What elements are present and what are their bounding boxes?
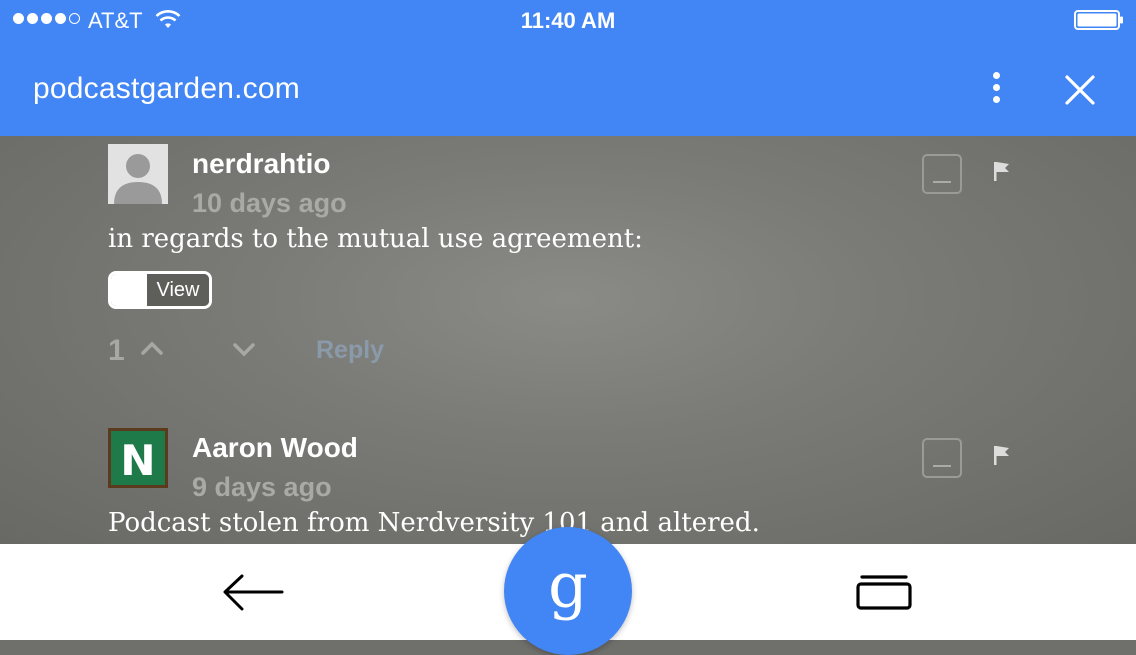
reply-link[interactable]: Reply [316, 336, 384, 365]
status-time: 11:40 AM [520, 8, 616, 33]
close-icon[interactable] [1058, 68, 1102, 112]
collapse-comment-button[interactable] [922, 438, 962, 478]
battery-icon [1074, 10, 1123, 30]
view-toggle[interactable]: View [108, 271, 212, 309]
comment-text: in regards to the mutual use agreement: [108, 224, 643, 254]
tabs-icon[interactable] [854, 572, 914, 612]
vote-count: 1 [108, 334, 125, 367]
upvote-icon[interactable] [140, 340, 164, 356]
comments-section: nerdrahtio 10 days ago in regards to the… [0, 136, 1136, 544]
top-bar: AT&T 11:40 AM podcastgarden.com [0, 0, 1136, 136]
google-g-icon: g [548, 549, 588, 622]
comment-text: Podcast stolen from Nerdversity 101 and … [108, 508, 760, 538]
flag-icon[interactable] [992, 444, 1012, 466]
vote-bar: 1 Reply [108, 332, 508, 372]
comment-timestamp[interactable]: 9 days ago [192, 472, 332, 503]
more-vert-icon[interactable] [978, 68, 1014, 108]
google-search-button[interactable]: g [504, 527, 632, 655]
downvote-icon[interactable] [232, 342, 256, 358]
comment-author[interactable]: nerdrahtio [192, 148, 330, 180]
comment-author[interactable]: Aaron Wood [192, 432, 358, 464]
status-bar: AT&T 11:40 AM [0, 0, 1136, 40]
avatar-letter: N [120, 436, 155, 485]
toggle-knob [111, 274, 147, 306]
back-arrow-icon[interactable] [222, 572, 284, 614]
default-avatar[interactable] [108, 144, 168, 204]
page-url[interactable]: podcastgarden.com [33, 72, 300, 106]
flag-icon[interactable] [992, 160, 1012, 182]
collapse-comment-button[interactable] [922, 154, 962, 194]
comment-timestamp[interactable]: 10 days ago [192, 188, 347, 219]
view-toggle-label: View [147, 274, 209, 306]
user-avatar[interactable]: N [108, 428, 168, 488]
